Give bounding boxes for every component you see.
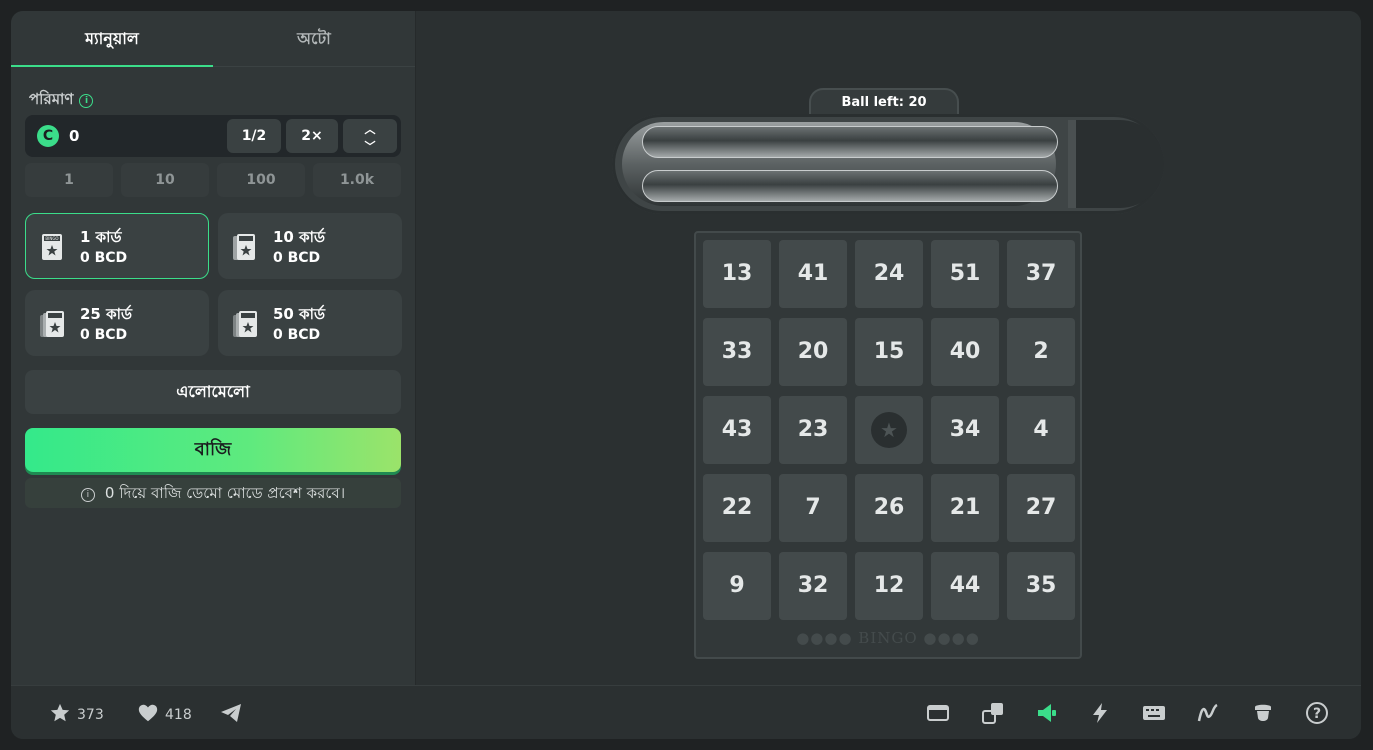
bingo-cell[interactable]: 22: [703, 474, 771, 542]
bingo-cell[interactable]: 27: [1007, 474, 1075, 542]
bingo-card-icon: BINGO: [42, 234, 62, 260]
card-option-price: 0 BCD: [273, 250, 321, 266]
amount-input-group: C 0 1/2 2× ︿ ﹀: [25, 115, 401, 157]
bingo-cell[interactable]: 20: [779, 318, 847, 386]
ball-left-counter: Ball left: 20: [809, 88, 959, 116]
mode-tabs: ম্যানুয়াল অটো: [11, 11, 415, 67]
bingo-cell[interactable]: 4: [1007, 396, 1075, 464]
bingo-cell[interactable]: 24: [855, 240, 923, 308]
bingo-cards-icon: [233, 311, 257, 337]
bingo-cell[interactable]: 37: [1007, 240, 1075, 308]
bingo-cell[interactable]: 12: [855, 552, 923, 620]
favorites-value: 373: [77, 707, 104, 723]
theater-mode-icon[interactable]: [926, 701, 950, 725]
bingo-cell[interactable]: 40: [931, 318, 999, 386]
game-window: ম্যানুয়াল অটো পরিমাণ i C 0 1/2 2× ︿ ﹀ 1 …: [11, 11, 1361, 739]
likes-value: 418: [165, 707, 192, 723]
random-button[interactable]: এলোমেলো: [25, 370, 401, 414]
ball-tube-lane: [642, 126, 1058, 158]
info-icon: i: [80, 488, 95, 502]
bingo-cell[interactable]: 26: [855, 474, 923, 542]
card-option-title: 10 কার্ড: [273, 228, 325, 246]
star-icon: ★: [871, 412, 907, 448]
bingo-cell[interactable]: 13: [703, 240, 771, 308]
info-icon[interactable]: i: [79, 94, 94, 108]
card-option-price: 0 BCD: [273, 327, 321, 343]
bingo-cell[interactable]: 43: [703, 396, 771, 464]
ball-tube-cap: [1068, 120, 1164, 208]
bet-control-panel: ম্যানুয়াল অটো পরিমাণ i C 0 1/2 2× ︿ ﹀ 1 …: [11, 11, 416, 685]
ball-tube: [612, 114, 1164, 214]
favorites-count[interactable]: 373: [49, 702, 104, 724]
bingo-cell[interactable]: 44: [931, 552, 999, 620]
card-option-price: 0 BCD: [80, 327, 128, 343]
bingo-cell[interactable]: 23: [779, 396, 847, 464]
sound-icon[interactable]: [1035, 701, 1059, 725]
help-icon[interactable]: ?: [1305, 701, 1329, 725]
card-option-title: 50 কার্ড: [273, 305, 325, 323]
demo-note-text: 0 দিয়ে বাজি ডেমো মোডে প্রবেশ করবে।: [104, 484, 346, 502]
bingo-cell[interactable]: 21: [931, 474, 999, 542]
double-button[interactable]: 2×: [286, 119, 338, 153]
bet-button[interactable]: বাজি: [25, 428, 401, 472]
likes-count[interactable]: 418: [137, 702, 192, 724]
svg-text:BINGO: BINGO: [45, 236, 58, 241]
bingo-cell[interactable]: 35: [1007, 552, 1075, 620]
bingo-cell[interactable]: 32: [779, 552, 847, 620]
card-option-1[interactable]: BINGO 1 কার্ড 0 BCD: [25, 213, 209, 279]
chevron-down-icon[interactable]: ﹀: [343, 136, 397, 153]
half-button[interactable]: 1/2: [227, 119, 281, 153]
tab-auto[interactable]: অটো: [213, 11, 415, 66]
bingo-cell[interactable]: 2: [1007, 318, 1075, 386]
bingo-cell[interactable]: 34: [931, 396, 999, 464]
telegram-icon[interactable]: [219, 701, 243, 725]
svg-text:?: ?: [1313, 706, 1321, 722]
tab-manual[interactable]: ম্যানুয়াল: [11, 11, 213, 67]
bingo-cards-icon: [233, 234, 255, 260]
ball-tube-lane: [642, 170, 1058, 202]
bingo-card-footer: ●●●● BINGO ●●●●: [796, 629, 980, 647]
bingo-card: ●●●● BINGO ●●●● 13 41 24 51 37 33 20 15 40 2 43 23 ★…: [694, 231, 1082, 659]
bingo-cell[interactable]: 33: [703, 318, 771, 386]
lightning-icon[interactable]: [1088, 701, 1112, 725]
game-area: Ball left: 20 ●●●● BINGO ●●●● 13 41 24 51 37…: [416, 11, 1361, 685]
fairness-icon[interactable]: [1251, 701, 1275, 725]
bingo-cell[interactable]: 15: [855, 318, 923, 386]
bingo-cell[interactable]: 7: [779, 474, 847, 542]
card-option-50[interactable]: 50 কার্ড 0 BCD: [218, 290, 402, 356]
bingo-cell[interactable]: 9: [703, 552, 771, 620]
ball-tube-glass: [622, 122, 1058, 206]
bottom-toolbar: 373 418 ?: [11, 685, 1361, 739]
card-option-25[interactable]: 25 কার্ড 0 BCD: [25, 290, 209, 356]
card-option-title: 1 কার্ড: [80, 228, 122, 246]
chevron-up-icon[interactable]: ︿: [343, 119, 397, 136]
card-option-title: 25 কার্ড: [80, 305, 132, 323]
amount-label-row: পরিমাণ i: [29, 88, 94, 113]
heart-icon: [138, 704, 158, 722]
bingo-cell[interactable]: 41: [779, 240, 847, 308]
quick-amount-button[interactable]: 1.0k: [313, 163, 401, 197]
bingo-free-cell[interactable]: ★: [855, 396, 923, 464]
amount-stepper[interactable]: ︿ ﹀: [343, 119, 397, 153]
keyboard-icon[interactable]: [1142, 701, 1166, 725]
star-icon: [50, 703, 70, 722]
card-option-10[interactable]: 10 কার্ড 0 BCD: [218, 213, 402, 279]
amount-label: পরিমাণ: [29, 90, 74, 108]
bingo-cell[interactable]: 51: [931, 240, 999, 308]
graph-icon[interactable]: [1196, 701, 1220, 725]
card-option-price: 0 BCD: [80, 250, 128, 266]
quick-amount-button[interactable]: 100: [217, 163, 305, 197]
quick-amount-row: 1 10 100 1.0k: [25, 163, 401, 197]
coin-icon: C: [37, 125, 59, 147]
amount-input[interactable]: 0: [69, 127, 79, 145]
demo-mode-note: i 0 দিয়ে বাজি ডেমো মোডে প্রবেশ করবে।: [25, 478, 401, 508]
popout-icon[interactable]: [981, 701, 1005, 725]
quick-amount-button[interactable]: 1: [25, 163, 113, 197]
bingo-cards-icon: [40, 311, 64, 337]
quick-amount-button[interactable]: 10: [121, 163, 209, 197]
